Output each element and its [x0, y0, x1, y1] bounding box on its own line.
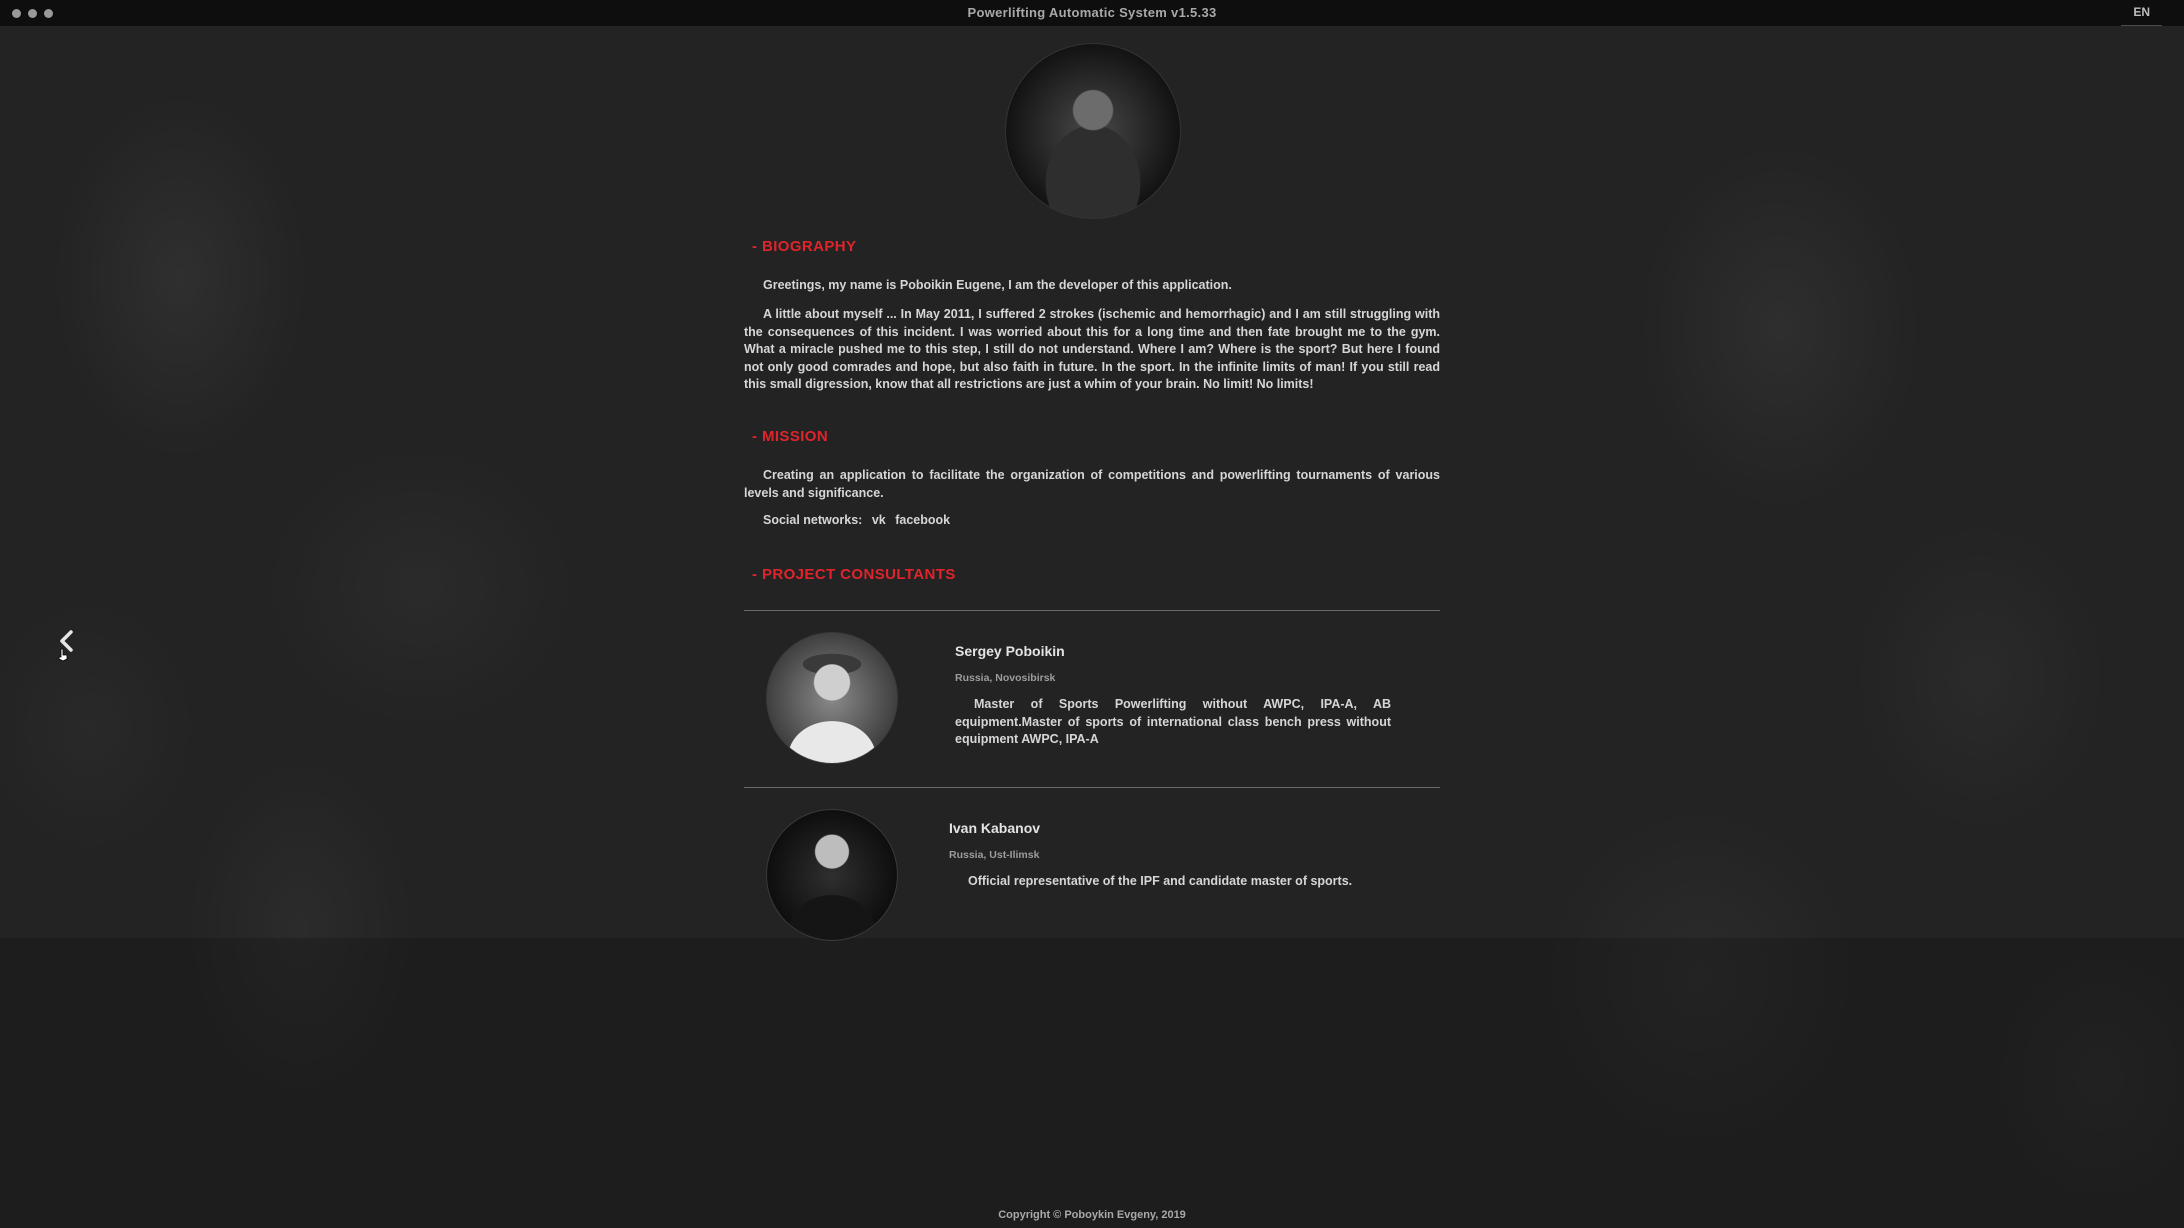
biography-title: - BIOGRAPHY: [752, 238, 857, 255]
consultant-description: Master of Sports Powerlifting without AW…: [955, 697, 1391, 746]
consultants-divider: [744, 610, 1440, 611]
consultant-avatar: [766, 632, 898, 764]
facebook-link[interactable]: facebook: [895, 513, 950, 527]
pointer-cursor-icon: [58, 648, 68, 662]
consultant-name: Sergey Poboikin: [955, 643, 1065, 659]
social-label: Social networks:: [763, 513, 863, 527]
consultants-title: - PROJECT CONSULTANTS: [752, 566, 956, 583]
window-title: Powerlifting Automatic System v1.5.33: [967, 5, 1217, 20]
vk-link[interactable]: vk: [872, 513, 886, 527]
consultants-divider: [744, 787, 1440, 788]
window-titlebar: Powerlifting Automatic System v1.5.33 EN: [0, 0, 2184, 27]
copyright-footer: Copyright © Poboykin Evgeny, 2019: [998, 1209, 1186, 1221]
language-selector[interactable]: EN: [2121, 5, 2162, 26]
social-networks: Social networks: vk facebook: [763, 513, 950, 527]
background-bottom-shade: [0, 938, 2184, 1228]
consultant-name: Ivan Kabanov: [949, 820, 1041, 836]
consultant-description: Official representative of the IPF and c…: [968, 874, 1353, 888]
consultant-avatar: [766, 809, 898, 941]
mission-text: Creating an application to facilitate th…: [744, 468, 1440, 500]
biography-greeting: Greetings, my name is Poboikin Eugene, I…: [763, 278, 1232, 292]
biography-text: A little about myself ... In May 2011, I…: [744, 307, 1440, 391]
developer-avatar: [1005, 43, 1181, 219]
mission-title: - MISSION: [752, 428, 829, 445]
consultant-location: Russia, Novosibirsk: [955, 672, 1056, 684]
consultant-location: Russia, Ust-Ilimsk: [949, 849, 1040, 861]
